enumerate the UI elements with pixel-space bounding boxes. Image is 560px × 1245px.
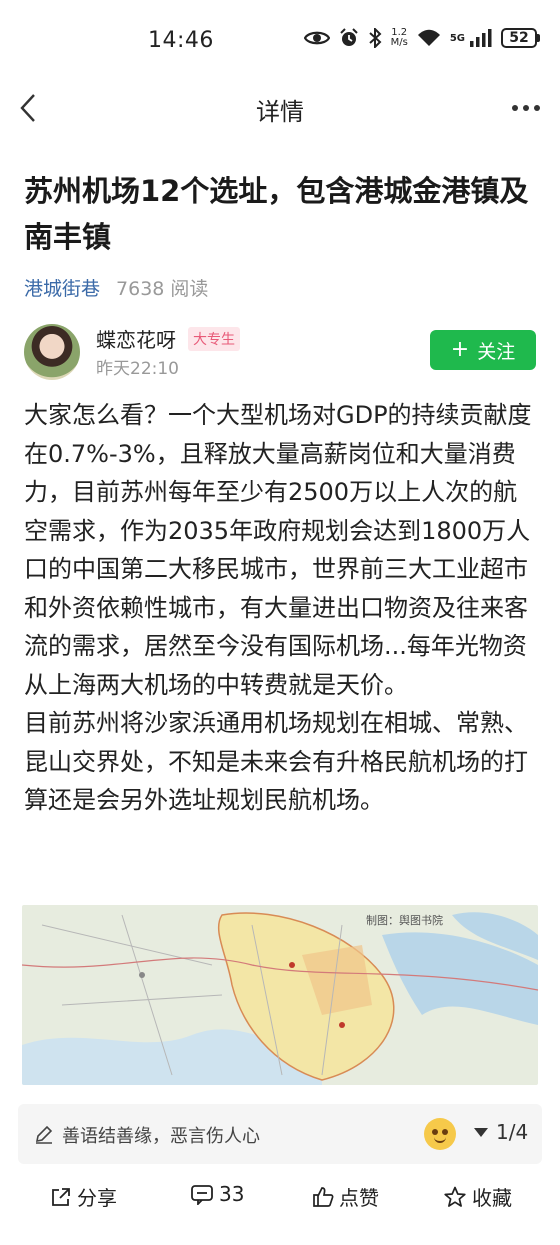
triangle-down-icon [474, 1127, 488, 1137]
eye-icon [303, 29, 330, 47]
post-time: 昨天22:10 [96, 359, 179, 379]
status-bar: 14:46 1.2 M/s 5G 52 [0, 0, 560, 84]
net-speed-unit: M/s [390, 37, 408, 48]
net-speed: 1.2 M/s [391, 28, 408, 48]
page-indicator[interactable]: 1/4 [474, 1120, 528, 1144]
article-body: 大家怎么看？一个大型机场对GDP的持续贡献度在0.7%-3%，且释放大量高薪岗位… [24, 396, 538, 820]
share-icon [50, 1186, 72, 1208]
network-type: 5G [449, 32, 465, 44]
page-title: 详情 [256, 98, 304, 126]
like-button[interactable]: 点赞 [312, 1182, 379, 1211]
author-row: 蝶恋花呀 大专生 昨天22:10 + 关注 [24, 324, 536, 384]
author-name[interactable]: 蝶恋花呀 [96, 324, 176, 353]
emoji-icon[interactable] [424, 1118, 456, 1150]
share-label: 分享 [77, 1186, 117, 1210]
author-badge: 大专生 [188, 327, 240, 351]
favorite-label: 收藏 [472, 1186, 512, 1210]
status-icons: 1.2 M/s 5G 52 [303, 28, 540, 48]
thumbs-up-icon [312, 1186, 334, 1208]
favorite-button[interactable]: 收藏 [443, 1182, 512, 1211]
pen-icon [34, 1124, 54, 1144]
page-indicator-text: 1/4 [496, 1120, 529, 1144]
wifi-icon [417, 29, 441, 47]
status-time: 14:46 [148, 28, 214, 53]
alarm-icon [339, 28, 359, 48]
action-bar: 分享 33 点赞 收藏 [0, 1170, 560, 1222]
read-count: 7638 阅读 [116, 278, 209, 300]
follow-button[interactable]: + 关注 [430, 330, 536, 370]
paragraph: 大家怎么看？一个大型机场对GDP的持续贡献度在0.7%-3%，且释放大量高薪岗位… [24, 401, 532, 699]
comment-bar[interactable]: 善语结善缘，恶言伤人心 1/4 [18, 1104, 542, 1164]
comment-count: 33 [219, 1182, 245, 1206]
follow-label: 关注 [477, 340, 516, 363]
battery-level: 52 [501, 28, 537, 48]
more-dots-icon[interactable] [510, 98, 542, 118]
nav-bar: 详情 [0, 84, 560, 134]
comment-icon [190, 1183, 214, 1205]
plus-icon: + [450, 337, 470, 362]
like-label: 点赞 [339, 1186, 379, 1210]
share-button[interactable]: 分享 [50, 1182, 117, 1211]
battery-icon: 52 [501, 28, 540, 48]
star-icon [443, 1186, 467, 1208]
comment-placeholder[interactable]: 善语结善缘，恶言伤人心 [62, 1122, 260, 1148]
article-meta: 港城街巷 7638 阅读 [24, 274, 208, 301]
comment-button[interactable]: 33 [190, 1182, 244, 1206]
paragraph: 目前苏州将沙家浜通用机场规划在相城、常熟、昆山交界处，不知是未来会有升格民航机场… [24, 709, 528, 814]
image-credit: 制图：舆图书院 [366, 914, 443, 927]
source-link[interactable]: 港城街巷 [24, 274, 100, 301]
article-title: 苏州机场12个选址，包含港城金港镇及南丰镇 [24, 174, 529, 254]
map-image[interactable] [22, 905, 538, 1085]
signal-icon [470, 29, 492, 47]
bluetooth-icon [368, 28, 382, 48]
avatar[interactable] [24, 324, 80, 380]
